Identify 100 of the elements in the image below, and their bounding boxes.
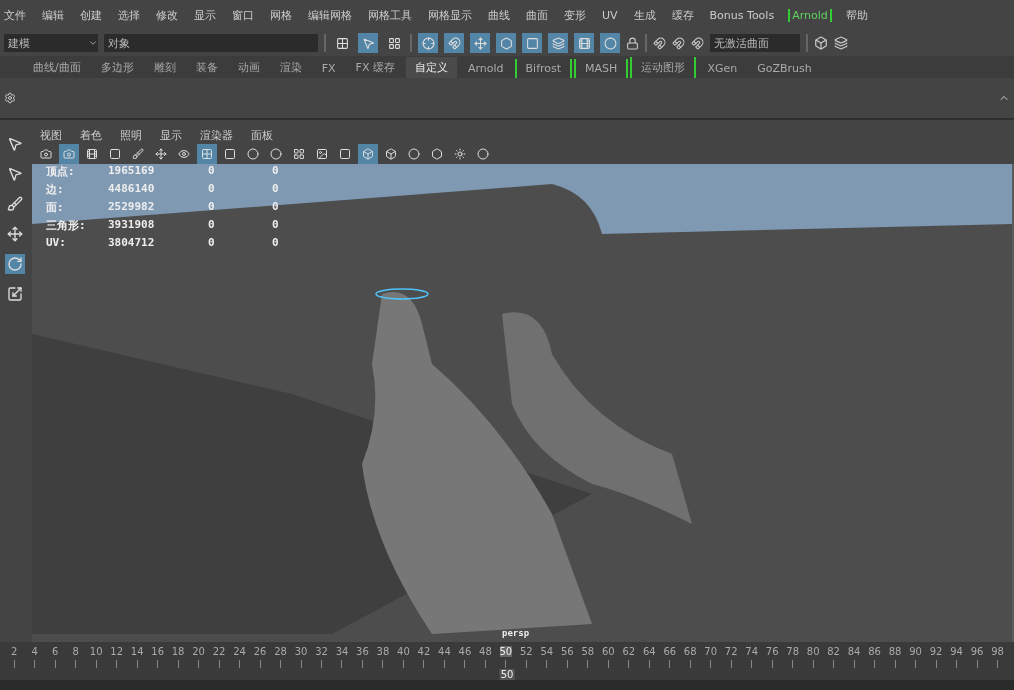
menu-item[interactable]: 网格工具 — [366, 7, 414, 23]
stat-text: 0 — [272, 164, 280, 179]
panel-menu-item[interactable]: 照明 — [118, 127, 144, 143]
frame-number: 42 — [417, 646, 431, 657]
frame-number: 28 — [274, 646, 287, 657]
current-frame-label: 50 — [499, 669, 515, 680]
frame-number: 74 — [745, 646, 759, 657]
frame-number: 86 — [868, 646, 881, 657]
menu-item[interactable]: 网格显示 — [426, 7, 474, 23]
panel-menu-item[interactable]: 着色 — [78, 127, 104, 143]
frame-number: 88 — [888, 646, 902, 657]
frame-number: 70 — [704, 646, 718, 657]
menu-item[interactable]: 编辑 — [40, 7, 66, 23]
stat-text: 3804712 — [108, 236, 156, 249]
shelf-tab[interactable]: FX — [312, 59, 345, 78]
frame-number: 4 — [31, 646, 38, 657]
menu-item[interactable]: 修改 — [154, 7, 180, 23]
shelf-tab[interactable]: XGen — [698, 59, 747, 78]
menu-item[interactable]: 网格 — [268, 7, 294, 23]
stat-text: 0 — [208, 218, 216, 233]
shelf-tab[interactable]: 曲线/曲面 — [24, 57, 90, 78]
tool-icon[interactable] — [5, 284, 25, 304]
stat-text: 三角形: — [46, 218, 87, 233]
shelf-tab[interactable]: 多边形 — [91, 57, 143, 78]
stat-text: 0 — [208, 182, 216, 197]
frame-number: 18 — [171, 646, 185, 657]
frame-number: 60 — [601, 646, 615, 657]
frame-number: 8 — [72, 646, 79, 657]
layers-icon[interactable] — [834, 36, 848, 50]
snap-tool-icon[interactable] — [418, 33, 438, 53]
stat-text: 边: — [46, 182, 65, 197]
magnet-icon[interactable] — [691, 36, 704, 50]
frame-number: 72 — [724, 646, 738, 657]
stat-text: 0 — [208, 200, 216, 215]
stat-text: 0 — [272, 236, 280, 249]
tool-icon[interactable] — [5, 224, 25, 244]
snap-tool-icon[interactable] — [522, 33, 542, 53]
frame-number: 76 — [765, 646, 779, 657]
live-surface-field[interactable]: 无激活曲面 — [710, 34, 800, 52]
panel-menu-item[interactable]: 视图 — [38, 127, 64, 143]
menu-item[interactable]: 曲面 — [524, 7, 550, 23]
shelf-tab[interactable]: 渲染 — [270, 57, 311, 78]
frame-number: 36 — [356, 646, 369, 657]
frame-number: 84 — [847, 646, 861, 657]
snap-tool-icon[interactable] — [444, 33, 464, 53]
menu-item[interactable]: 变形 — [562, 7, 588, 23]
frame-number: 20 — [192, 646, 205, 657]
mode-dropdown[interactable]: 建模 — [4, 34, 98, 52]
frame-number: 34 — [335, 646, 349, 657]
panel-menu-item[interactable]: 显示 — [158, 127, 184, 143]
menu-item[interactable]: Bonus Tools — [707, 8, 777, 22]
menu-item[interactable]: UV — [600, 8, 620, 22]
frame-number: 22 — [212, 646, 226, 657]
stat-text: 3931908 — [108, 218, 156, 233]
frame-number: 30 — [294, 646, 308, 657]
stat-text: 0 — [208, 164, 216, 179]
frame-number: 98 — [991, 646, 1004, 657]
menu-item[interactable]: 生成 — [631, 7, 658, 23]
tool-icon[interactable] — [5, 194, 25, 214]
menu-item[interactable]: Arnold — [788, 8, 832, 22]
object-field[interactable]: 对象 — [104, 34, 318, 52]
frame-number: 52 — [520, 646, 533, 657]
cube-icon[interactable] — [814, 36, 828, 50]
panel-menu-item[interactable]: 渲染器 — [198, 127, 235, 143]
shelf-tab[interactable]: Arnold — [458, 59, 513, 78]
shelf-tab[interactable]: 动画 — [228, 57, 269, 78]
snap-tool-icon[interactable] — [548, 33, 568, 53]
menu-item[interactable]: 编辑网格 — [306, 7, 354, 23]
menu-item[interactable]: 帮助 — [843, 7, 870, 23]
frame-number: 48 — [479, 646, 492, 657]
menu-item[interactable]: 文件 — [2, 7, 28, 23]
snap-tool-icon[interactable] — [574, 33, 594, 53]
snap-tool-icon[interactable] — [470, 33, 490, 53]
shelf-tab[interactable]: FX 缓存 — [346, 57, 404, 78]
frame-number: 62 — [622, 646, 636, 657]
shelf-tab[interactable]: 自定义 — [405, 57, 457, 78]
magnet-icon[interactable] — [672, 36, 685, 50]
stat-text: 顶点: — [46, 164, 76, 179]
menu-item[interactable]: 窗口 — [230, 7, 256, 23]
shelf-tab[interactable]: 装备 — [186, 57, 227, 78]
frame-number: 68 — [683, 646, 697, 657]
menu-item[interactable]: 缓存 — [669, 7, 696, 23]
frame-number: 66 — [663, 646, 677, 657]
panel-menu-item[interactable]: 面板 — [249, 127, 275, 143]
menu-item[interactable]: 创建 — [78, 7, 104, 23]
frame-number: 92 — [929, 646, 943, 657]
lock-icon[interactable] — [626, 36, 639, 50]
menu-item[interactable]: 曲线 — [486, 7, 512, 23]
stat-text: UV: — [46, 236, 67, 249]
snap-tool-icon[interactable] — [496, 33, 516, 53]
frame-number: 58 — [581, 646, 595, 657]
menu-item[interactable]: 显示 — [192, 7, 218, 23]
settings-icon[interactable] — [4, 92, 16, 104]
magnet-icon[interactable] — [653, 36, 666, 50]
snap-tool-icon[interactable] — [600, 33, 620, 53]
menu-item[interactable]: 选择 — [116, 7, 142, 23]
frame-number: 50 — [499, 646, 513, 657]
shelf-tab[interactable]: GoZBrush — [748, 59, 821, 78]
frame-number: 94 — [950, 646, 963, 657]
shelf-tab[interactable]: 雕刻 — [144, 57, 185, 78]
